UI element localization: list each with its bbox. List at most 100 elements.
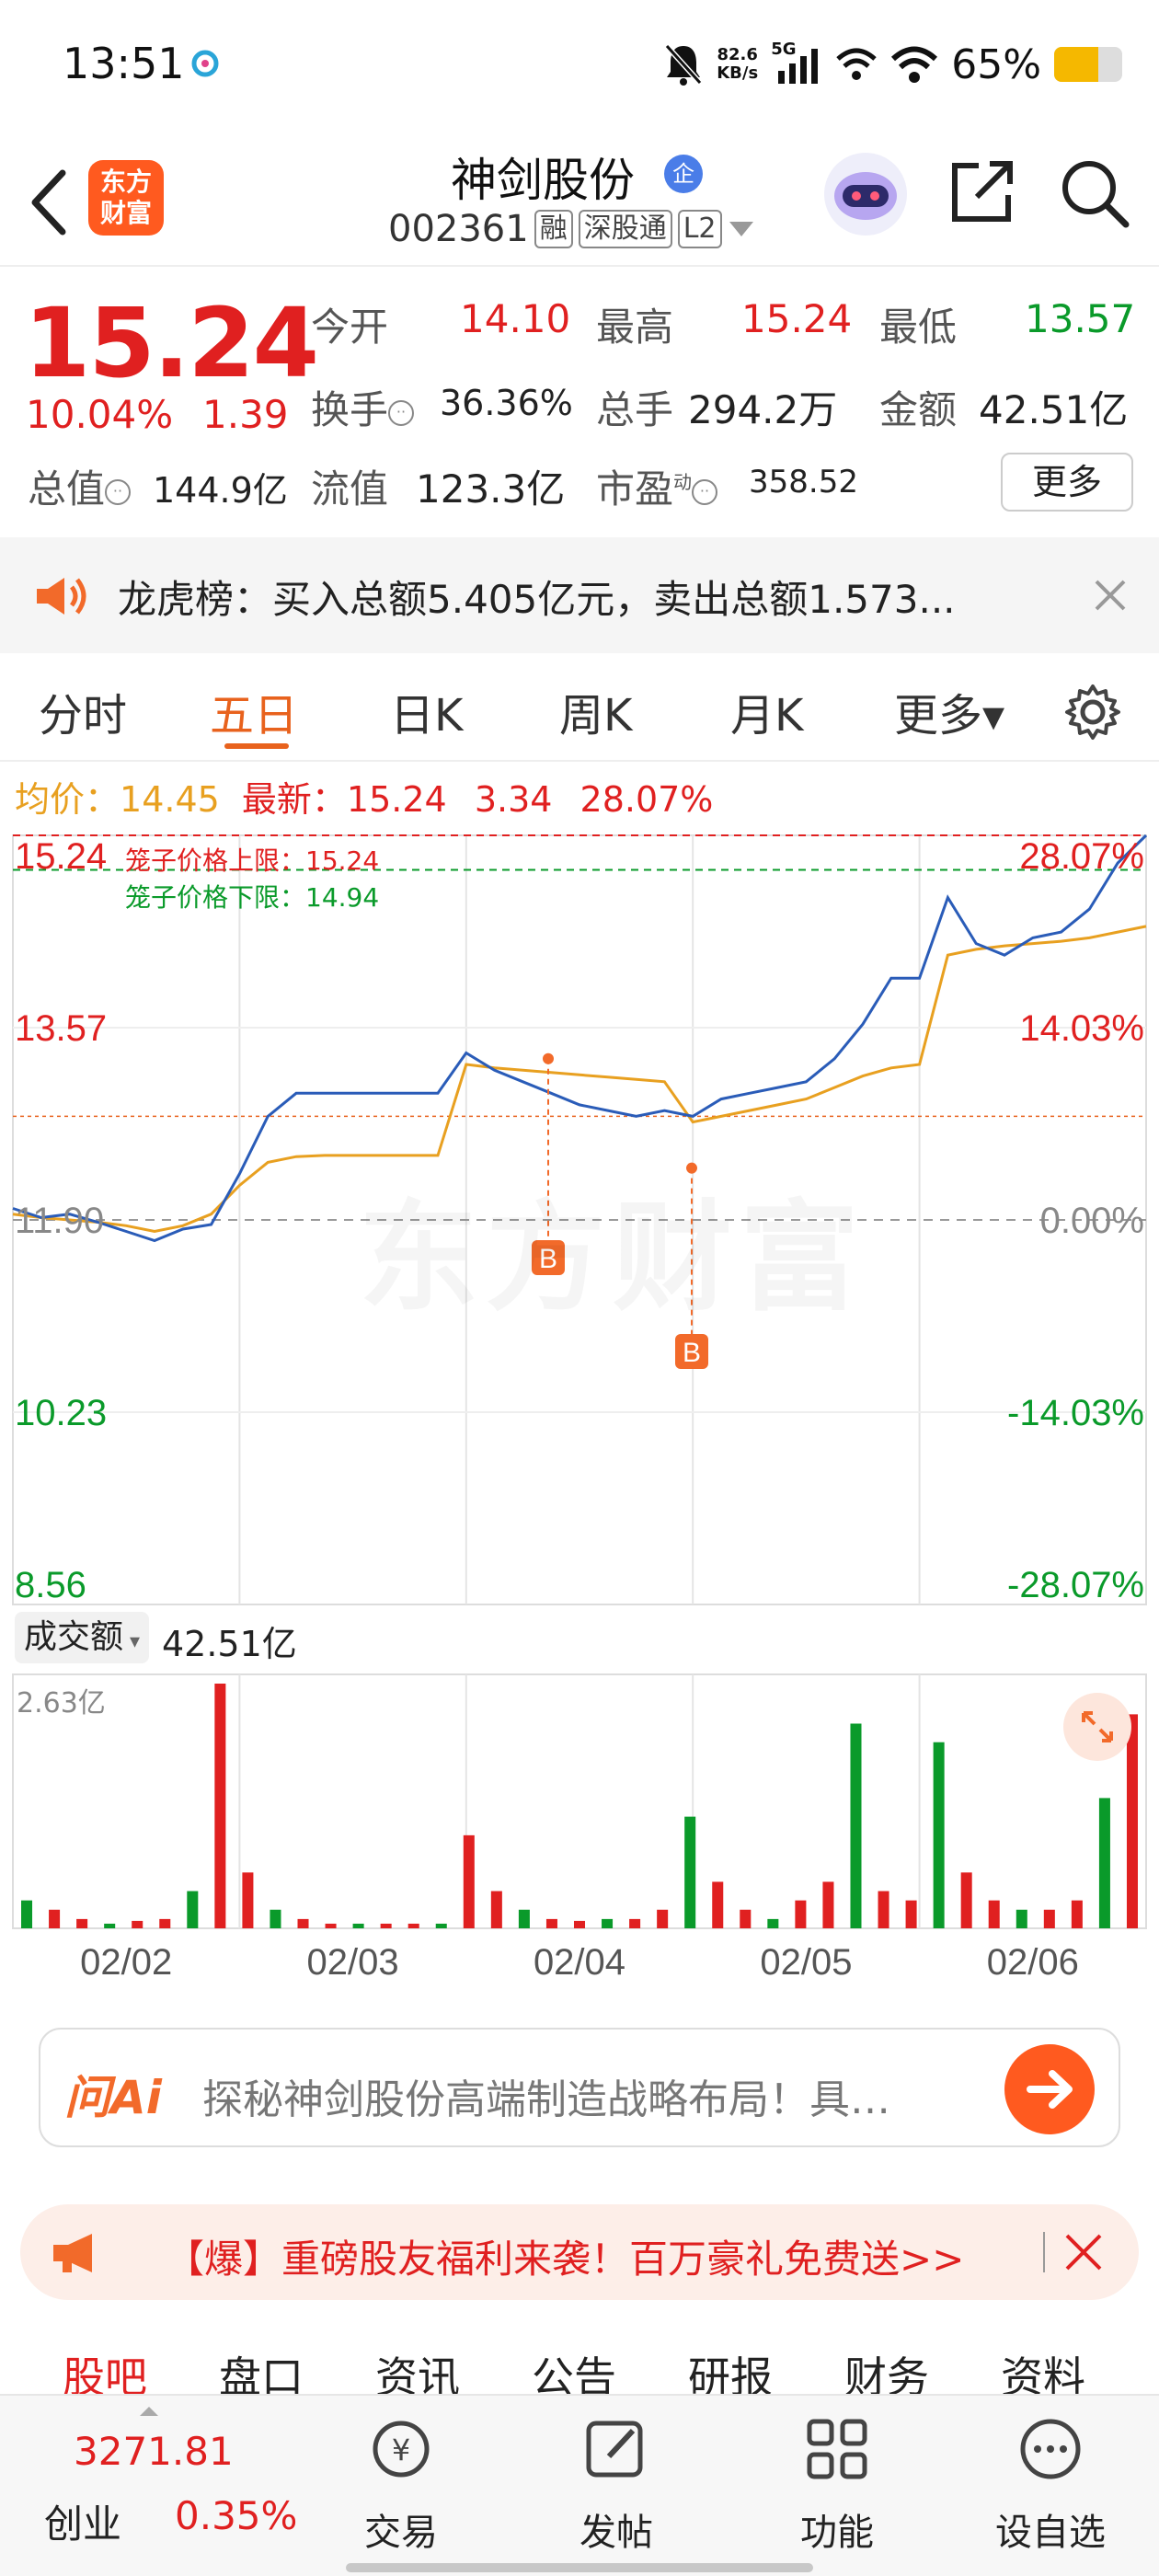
net-speed: 82.6 KB/s (717, 45, 759, 83)
high-value: 15.24 (741, 296, 853, 341)
promo-text: 【爆】重磅股友福利来袭！百万豪礼免费送>> (166, 2237, 965, 2282)
home-indicator (346, 2563, 813, 2572)
search-button[interactable] (1058, 156, 1131, 230)
x-tick-label: 02/05 (760, 1942, 852, 1983)
volume-bar (1098, 1798, 1110, 1928)
volume-bar (629, 1918, 641, 1928)
share-button[interactable] (947, 156, 1017, 226)
edit-icon (586, 2421, 643, 2478)
x-tick-label: 02/06 (987, 1942, 1079, 1983)
pe-value: 358.52 (749, 464, 858, 500)
battery-icon (1054, 47, 1122, 82)
section-tab-guba[interactable]: 股吧 (63, 2344, 147, 2396)
y-tick-left: 11.90 (15, 1201, 104, 1241)
megaphone-icon (53, 2234, 92, 2272)
volume-bar (325, 1923, 337, 1928)
change-amount: 1.39 (202, 392, 289, 437)
volume-bar (850, 1723, 862, 1928)
ai-prompt-box[interactable]: 问Ai 探秘神剑股份高端制造战略布局！具… (39, 2028, 1120, 2147)
section-tab-profile[interactable]: 资料 (1001, 2344, 1085, 2396)
volume-value: 294.2万 (688, 387, 838, 432)
more-quote-button[interactable]: 更多 (1001, 453, 1133, 512)
share-icon (952, 161, 1013, 222)
volume-bar (960, 1872, 972, 1928)
five-day-chart[interactable]: 02/02 02/03 02/04 02/05 02/06 15.24 28.07% 13.… (0, 828, 1159, 2006)
close-icon[interactable] (1093, 578, 1128, 613)
volume-bar (380, 1923, 392, 1928)
enterprise-badge: 企 (664, 155, 703, 193)
tab-five-day[interactable]: 五日 (210, 679, 298, 743)
y-tick-right: -28.07% (1007, 1565, 1144, 1605)
mcap-label[interactable]: 总值 ·· (28, 458, 132, 514)
trade-button[interactable]: ¥ 交易 (364, 2414, 438, 2556)
avg-label: 均价： (15, 779, 120, 820)
index-ticker[interactable]: 3271.81 创业 0.35% (0, 2396, 304, 2570)
mcap-value: 144.9亿 (153, 470, 288, 511)
section-tab-news[interactable]: 资讯 (375, 2344, 460, 2396)
y-tick-right: 28.07% (1019, 836, 1144, 877)
change-percent: 10.04% (26, 392, 174, 437)
pe-label[interactable]: 市盈动 ·· (596, 458, 718, 514)
tab-monthly-k[interactable]: 月K (730, 679, 803, 743)
app-logo[interactable]: 东方 财富 (88, 160, 164, 236)
cage-upper-label: 笼子价格上限：15.24 (125, 845, 380, 876)
nav-bar: 东方 财富 神剑股份 企 002361 融 深股通 L2 (0, 138, 1159, 267)
volume-bar (132, 1920, 143, 1928)
volume-bar (76, 1918, 88, 1928)
info-icon: ·· (692, 478, 718, 505)
back-button[interactable] (24, 167, 75, 237)
post-button[interactable]: 发帖 (580, 2414, 653, 2556)
search-icon (1062, 161, 1130, 228)
dragon-tiger-banner[interactable]: 龙虎榜：买入总额5.405亿元，卖出总额1.573... (0, 537, 1159, 653)
expand-icon (1082, 1711, 1113, 1742)
ai-submit-button[interactable] (1004, 2044, 1095, 2134)
open-value: 14.10 (460, 296, 571, 341)
section-tab-notices[interactable]: 公告 (532, 2344, 616, 2396)
tab-daily-k[interactable]: 日K (390, 679, 463, 743)
stock-code-row[interactable]: 002361 融 深股通 L2 (388, 208, 755, 250)
status-time: 13:51 (63, 39, 185, 88)
promo-banner[interactable]: 【爆】重磅股友福利来袭！百万豪礼免费送>> (20, 2204, 1139, 2300)
volume-bar (242, 1872, 254, 1928)
volume-bar (21, 1900, 33, 1928)
index-value: 3271.81 (74, 2429, 234, 2474)
float-value: 123.3亿 (416, 466, 566, 512)
section-tab-research[interactable]: 研报 (688, 2344, 773, 2396)
function-button[interactable]: 功能 (800, 2414, 874, 2556)
info-icon: ·· (105, 478, 132, 505)
float-label: 流值 (311, 466, 389, 512)
add-watchlist-button[interactable]: 设自选 (995, 2414, 1106, 2556)
volume-bar (435, 1923, 447, 1928)
volume-max-label: 2.63亿 (17, 1687, 106, 1719)
speaker-icon (37, 578, 86, 615)
section-tab-finance[interactable]: 财务 (844, 2344, 929, 2396)
volume-bar (270, 1909, 281, 1928)
y-tick-left: 10.23 (15, 1393, 107, 1433)
chg-value: 3.34 (474, 779, 553, 820)
volume-bar (822, 1881, 834, 1928)
more-dots-icon (1020, 2419, 1081, 2479)
section-tab-pankou[interactable]: 盘口 (219, 2344, 304, 2396)
open-label: 今开 (311, 305, 389, 350)
volume-bar (933, 1742, 945, 1928)
y-tick-right: -14.03% (1007, 1393, 1144, 1433)
quote-panel: 15.24 10.04% 1.39 今开 14.10 最高 15.24 最低 1… (0, 269, 1159, 535)
expand-button[interactable] (1063, 1693, 1131, 1761)
volume-selector[interactable]: 成交额 ▾ (15, 1612, 150, 1663)
close-icon[interactable] (1063, 2232, 1104, 2272)
robot-avatar[interactable] (824, 153, 907, 236)
tab-weekly-k[interactable]: 周K (559, 679, 632, 743)
turnover-label[interactable]: 换手 ·· (311, 379, 415, 435)
index-name: 创业 (44, 2501, 122, 2547)
tab-intraday[interactable]: 分时 (39, 679, 127, 743)
chg-pct-value: 28.07% (580, 779, 714, 820)
amount-label: 金额 (879, 387, 958, 432)
banner-text: 龙虎榜：买入总额5.405亿元，卖出总额1.573... (118, 577, 956, 622)
tab-more[interactable]: 更多▾ (894, 679, 1004, 743)
low-value: 13.57 (1025, 296, 1136, 341)
ai-brand: 问Ai (64, 2071, 162, 2124)
volume-bar (1016, 1909, 1027, 1928)
settings-gear-icon[interactable] (1063, 683, 1122, 742)
wifi-icon (891, 46, 938, 83)
tag-level2: L2 (677, 210, 722, 248)
